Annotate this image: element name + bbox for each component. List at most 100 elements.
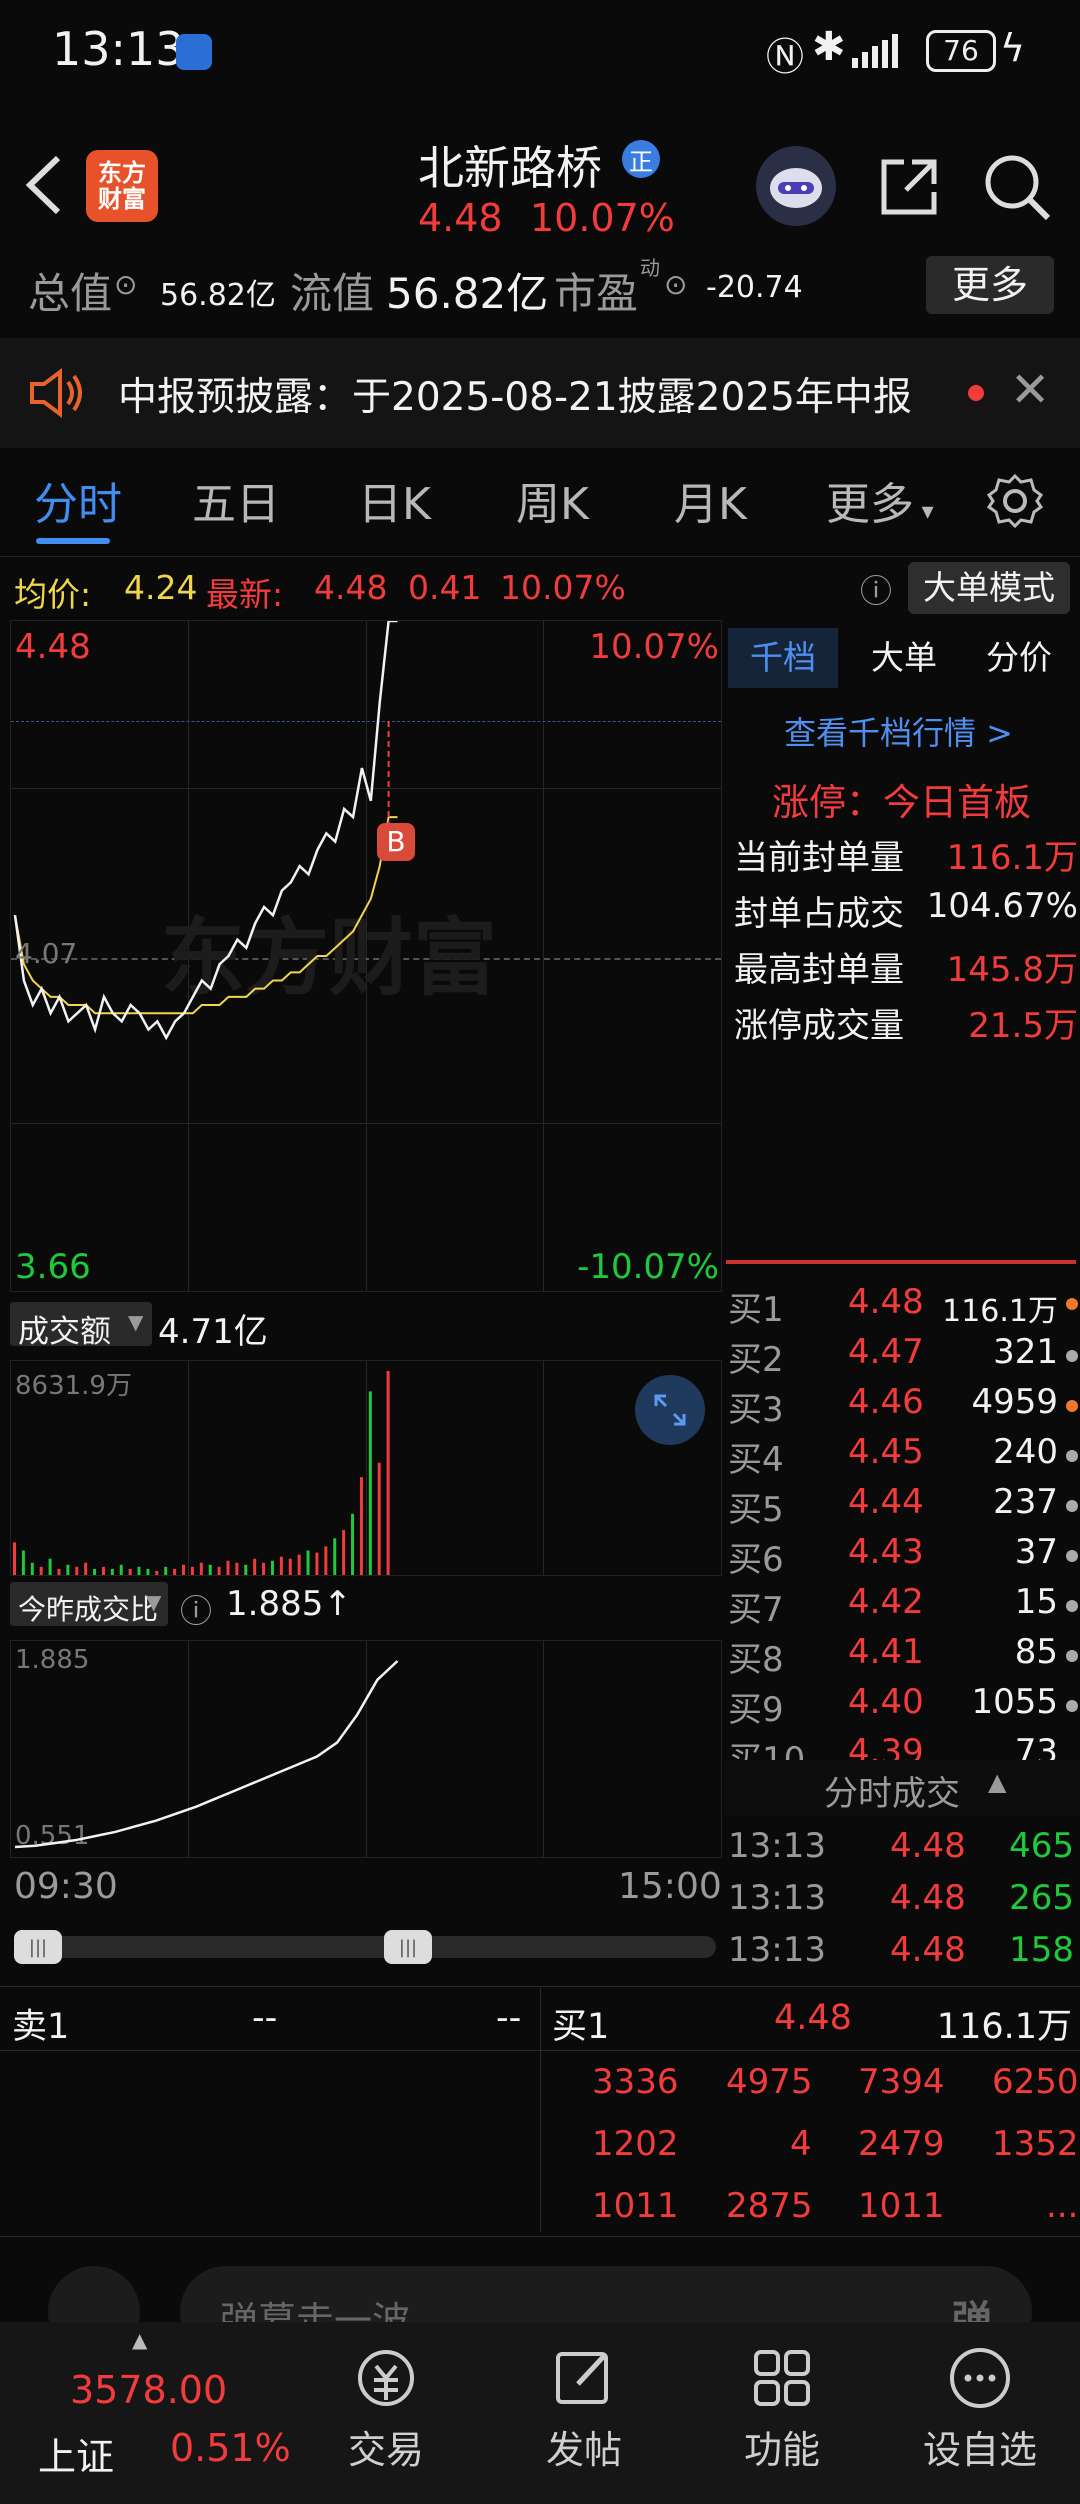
volume-chart[interactable]: 8631.9万 bbox=[10, 1360, 722, 1576]
queue-cell: 6250 bbox=[992, 2062, 1079, 2102]
volume-bar bbox=[377, 1462, 381, 1575]
danmaku-toggle-icon[interactable] bbox=[48, 2266, 140, 2324]
help-icon[interactable]: ⓘ bbox=[180, 1586, 212, 1632]
tab-more[interactable]: 更多 ▾ bbox=[826, 468, 934, 532]
price-axis-ref: 4.07 bbox=[15, 937, 78, 970]
speaker-icon bbox=[26, 368, 86, 422]
bid-volume: 240 bbox=[993, 1432, 1058, 1472]
caret-up-icon: ▲ bbox=[988, 1768, 1007, 1796]
back-button[interactable] bbox=[20, 150, 70, 224]
slider-handle-left[interactable]: ||| bbox=[14, 1930, 62, 1964]
volume-bar bbox=[119, 1564, 123, 1575]
index-ticker[interactable]: ▲ 3578.00 上证 0.51% bbox=[0, 2322, 300, 2504]
volume-bar bbox=[333, 1538, 337, 1575]
queue-cell: 2479 bbox=[858, 2124, 945, 2164]
bid-row[interactable]: 买1 4.48 116.1万 bbox=[724, 1282, 1080, 1332]
tab-minute[interactable]: 分时 bbox=[34, 468, 122, 532]
volume-bar bbox=[57, 1568, 61, 1575]
app-logo[interactable]: 东方 财富 bbox=[86, 150, 158, 222]
bid-price: 4.47 bbox=[848, 1332, 924, 1372]
avg-value: 4.24 bbox=[124, 568, 198, 607]
stock-header: 东方 财富 北新路桥 正 4.48 10.07% bbox=[0, 110, 1080, 260]
total-value-label: 总值 bbox=[28, 269, 113, 318]
notice-banner[interactable]: 中报预披露：于2025-08-21披露2025年中报 ✕ bbox=[0, 338, 1080, 448]
bid-row[interactable]: 买5 4.44 237 bbox=[724, 1482, 1080, 1532]
nav-trade[interactable]: 交易 bbox=[286, 2322, 486, 2504]
volume-bar bbox=[173, 1568, 177, 1575]
info-icon[interactable]: ⊙ bbox=[664, 268, 687, 301]
bid-row[interactable]: 买9 4.40 1055 bbox=[724, 1682, 1080, 1732]
queue-cell: 7394 bbox=[858, 2062, 945, 2102]
help-icon[interactable]: ⓘ bbox=[860, 566, 892, 612]
time-range-slider[interactable]: ||| ||| bbox=[14, 1930, 716, 1964]
volume-bar bbox=[351, 1513, 355, 1575]
bid-price: 4.46 bbox=[848, 1382, 924, 1422]
nav-add-watchlist[interactable]: 设自选 bbox=[880, 2322, 1080, 2504]
latest-change: 0.41 bbox=[408, 568, 482, 607]
volume-bar bbox=[208, 1564, 212, 1575]
intraday-chart-panel: 东方财富 B 4.48 4.07 3.66 10.07% -10.07% 成交额… bbox=[0, 620, 722, 2000]
send-danmaku-button[interactable]: 弹 bbox=[952, 2288, 992, 2324]
bid-row[interactable]: 买3 4.46 4959 bbox=[724, 1382, 1080, 1432]
bid-row[interactable]: 买2 4.47 321 bbox=[724, 1332, 1080, 1382]
settings-icon[interactable] bbox=[986, 472, 1044, 534]
volume-bar bbox=[297, 1554, 301, 1575]
tab-month-k[interactable]: 月K bbox=[674, 468, 747, 532]
ratio-chart[interactable]: 1.885 0.551 bbox=[10, 1640, 722, 1858]
buy1-volume: 116.1万 bbox=[936, 2007, 1072, 2047]
volume-bar bbox=[48, 1558, 52, 1575]
stock-name: 北新路桥 bbox=[418, 141, 602, 195]
sell1-label: 卖1 bbox=[12, 2007, 70, 2047]
status-time: 13:13 bbox=[52, 22, 185, 76]
view-order-book-link[interactable]: 查看千档行情 > bbox=[784, 708, 1013, 754]
trades-header[interactable]: 分时成交 ▲ bbox=[724, 1760, 1080, 1816]
bid-dot bbox=[1066, 1400, 1078, 1412]
tab-five-day[interactable]: 五日 bbox=[192, 468, 280, 532]
price-chart[interactable]: 东方财富 B 4.48 4.07 3.66 10.07% -10.07% bbox=[10, 620, 722, 1292]
big-order-mode-button[interactable]: 大单模式 bbox=[908, 562, 1070, 614]
share-icon[interactable] bbox=[876, 154, 942, 224]
bid-row[interactable]: 买10 4.39 73 bbox=[724, 1732, 1080, 1760]
expand-icon[interactable] bbox=[635, 1375, 705, 1445]
bid-row[interactable]: 买4 4.45 240 bbox=[724, 1432, 1080, 1482]
bid-row[interactable]: 买8 4.41 85 bbox=[724, 1632, 1080, 1682]
volume-bar bbox=[84, 1562, 88, 1575]
trade-row: 13:13 4.48 465 bbox=[724, 1826, 1080, 1876]
tab-day-k[interactable]: 日K bbox=[358, 468, 431, 532]
volume-indicator-select[interactable]: 成交额 ▼ bbox=[10, 1302, 152, 1350]
latest-value: 4.48 bbox=[314, 568, 388, 607]
bid-price: 4.40 bbox=[848, 1682, 924, 1722]
volume-bar bbox=[21, 1550, 25, 1575]
bid-row[interactable]: 买7 4.42 15 bbox=[724, 1582, 1080, 1632]
ratio-indicator-select[interactable]: 今昨成交比 ▼ bbox=[10, 1582, 168, 1626]
tab-price-distribution[interactable]: 分价 bbox=[964, 628, 1074, 688]
bid-row[interactable]: 买6 4.43 37 bbox=[724, 1532, 1080, 1582]
buy-marker[interactable]: B bbox=[377, 823, 415, 861]
trade-price: 4.48 bbox=[890, 1930, 966, 1970]
queue-cell: 1352 bbox=[992, 2124, 1079, 2164]
bid-price: 4.41 bbox=[848, 1632, 924, 1672]
nav-functions[interactable]: 功能 bbox=[682, 2322, 882, 2504]
volume-bar bbox=[324, 1546, 328, 1575]
tab-week-k[interactable]: 周K bbox=[516, 468, 589, 532]
more-button[interactable]: 更多 bbox=[926, 256, 1054, 314]
nav-post[interactable]: 发帖 bbox=[484, 2322, 684, 2504]
total-value: 56.82亿 bbox=[160, 278, 276, 313]
buy-queue-grid: 3336 4975 7394 6250 1202 4 2479 1352 101… bbox=[540, 2052, 1080, 2236]
bid-dot bbox=[1066, 1350, 1078, 1362]
nav-label: 设自选 bbox=[922, 2428, 1037, 2472]
robot-assistant-icon[interactable] bbox=[756, 146, 836, 226]
close-icon[interactable]: ✕ bbox=[1010, 362, 1050, 418]
slider-handle-right[interactable]: ||| bbox=[384, 1930, 432, 1964]
comment-input[interactable]: 弹幕走一波 弹 bbox=[180, 2266, 1032, 2324]
tab-big-orders[interactable]: 大单 bbox=[854, 628, 954, 688]
volume-bar bbox=[342, 1530, 346, 1575]
header-price: 4.48 bbox=[418, 196, 503, 240]
trades-title: 分时成交 bbox=[824, 1774, 960, 1814]
sell1-volume: -- bbox=[496, 1998, 522, 2038]
tab-order-book-1000[interactable]: 千档 bbox=[728, 628, 838, 688]
verified-badge-icon: 正 bbox=[622, 140, 660, 178]
search-icon[interactable] bbox=[980, 150, 1054, 228]
info-icon[interactable]: ⊙ bbox=[114, 268, 137, 301]
caret-down-icon: ▾ bbox=[914, 497, 934, 525]
